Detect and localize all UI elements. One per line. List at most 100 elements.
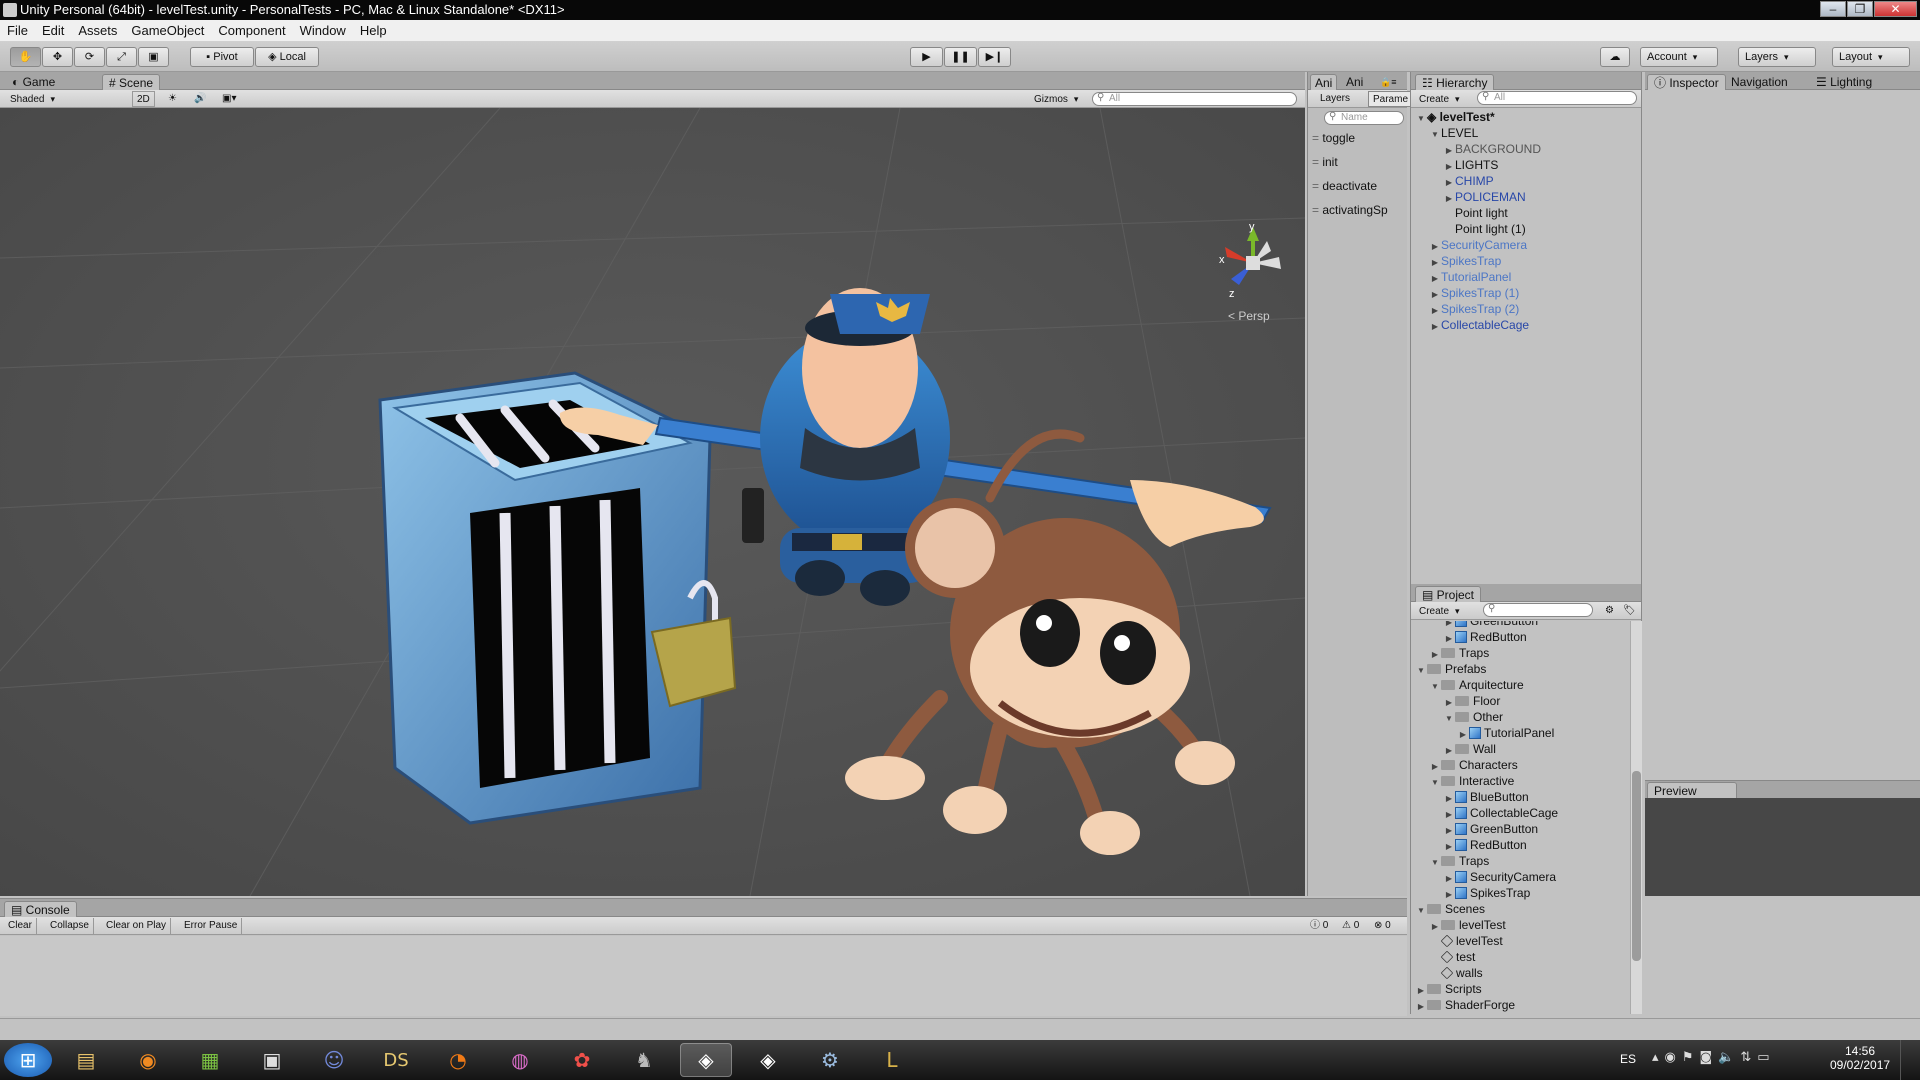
menu-window[interactable]: Window	[293, 20, 353, 42]
hierarchy-item[interactable]: ▶ CHIMP	[1443, 173, 1494, 189]
parameter-row[interactable]: = activatingSp	[1312, 202, 1404, 218]
param-search-input[interactable]: Name	[1324, 111, 1404, 125]
krita-icon[interactable]: ◍	[494, 1043, 546, 1077]
maximize-button[interactable]: ❐	[1847, 1, 1873, 17]
hierarchy-item[interactable]: ▶ SecurityCamera	[1429, 237, 1527, 253]
hierarchy-create-dropdown[interactable]: Create	[1415, 91, 1464, 107]
scene-viewport[interactable]: y x z < Persp	[0, 108, 1305, 896]
scene-search-input[interactable]: All	[1092, 92, 1297, 106]
expand-arrow-icon[interactable]: ▼	[1429, 679, 1441, 695]
photos-icon[interactable]: ✿	[556, 1043, 608, 1077]
preview-tab[interactable]: Preview	[1647, 782, 1737, 798]
project-item[interactable]: ▶ GreenButton	[1443, 821, 1538, 837]
project-search-input[interactable]	[1483, 603, 1593, 617]
project-item[interactable]: test	[1429, 949, 1475, 965]
language-indicator[interactable]: ES	[1620, 1052, 1636, 1066]
lighting-toggle-icon[interactable]: ☀	[164, 91, 181, 107]
minimize-button[interactable]: –	[1820, 1, 1846, 17]
parameter-row[interactable]: = toggle	[1312, 130, 1404, 146]
error-count-toggle[interactable]: ⊗ 0	[1370, 918, 1395, 934]
tab-inspector[interactable]: ⓘ Inspector	[1647, 74, 1726, 90]
project-item[interactable]: ▶ SecurityCamera	[1443, 869, 1556, 885]
project-item[interactable]: ▶ TutorialPanel	[1457, 725, 1554, 741]
project-item[interactable]: ▶ RedButton	[1443, 837, 1527, 853]
step-button[interactable]: ▶❙	[978, 47, 1011, 67]
expand-arrow-icon[interactable]: ▼	[1429, 127, 1441, 143]
parameters-tab[interactable]: Parame	[1368, 91, 1414, 107]
unity-active-icon[interactable]: ◈	[680, 1043, 732, 1077]
close-button[interactable]: ✕	[1874, 1, 1917, 17]
project-item[interactable]: ▶ Characters	[1429, 757, 1518, 773]
hierarchy-item[interactable]: ▶ LIGHTS	[1443, 157, 1498, 173]
hierarchy-item[interactable]: ▼ LEVEL	[1429, 125, 1478, 141]
clock[interactable]: 14:56 09/02/2017	[1830, 1044, 1890, 1072]
expand-arrow-icon[interactable]: ▼	[1443, 711, 1455, 727]
rect-tool-icon[interactable]: ▣	[138, 47, 169, 67]
move-tool-icon[interactable]: ✥	[42, 47, 73, 67]
file-explorer-icon[interactable]: ▤	[60, 1043, 112, 1077]
project-item[interactable]: ▶ CollectableCage	[1443, 805, 1558, 821]
project-item[interactable]: ▼ Traps	[1429, 853, 1489, 869]
ds-app-icon[interactable]: DS	[370, 1043, 422, 1077]
project-item[interactable]: walls	[1429, 965, 1483, 981]
project-item[interactable]: ▶ GreenButton	[1443, 621, 1538, 629]
system-tray-icons[interactable]: ▴◉⚑◙🔈⇅▭	[1652, 1050, 1776, 1065]
hierarchy-item[interactable]: ▶ TutorialPanel	[1429, 269, 1511, 285]
project-item[interactable]: ▶ levelTest	[1429, 917, 1506, 933]
hierarchy-search-input[interactable]: All	[1477, 91, 1637, 105]
effects-dropdown-icon[interactable]: ▣▾	[218, 91, 240, 107]
local-toggle[interactable]: ◈ Local	[255, 47, 319, 67]
rotate-tool-icon[interactable]: ⟳	[74, 47, 105, 67]
tab-game[interactable]: ◐ Game	[6, 74, 61, 90]
clear-button[interactable]: Clear	[4, 918, 37, 934]
hierarchy-item[interactable]: Point light	[1443, 205, 1508, 221]
tab-lighting[interactable]: ☰ Lighting	[1810, 74, 1878, 90]
filter-label-icon[interactable]: 🏷	[1619, 603, 1640, 619]
tab-scene[interactable]: # Scene	[102, 74, 161, 90]
parameter-row[interactable]: = init	[1312, 154, 1404, 170]
project-item[interactable]: ▼ Prefabs	[1415, 661, 1486, 677]
expand-arrow-icon[interactable]: ▼	[1429, 775, 1441, 791]
account-dropdown[interactable]: Account	[1640, 47, 1718, 67]
hierarchy-item[interactable]: ▶ POLICEMAN	[1443, 189, 1526, 205]
project-item[interactable]: ▼ Arquitecture	[1429, 677, 1524, 693]
tab-console[interactable]: ▤ Console	[4, 901, 77, 917]
menu-gameobject[interactable]: GameObject	[124, 20, 211, 42]
layout-dropdown[interactable]: Layout	[1832, 47, 1910, 67]
hierarchy-item[interactable]: ▶ BACKGROUND	[1443, 141, 1541, 157]
project-item[interactable]: ▼ Other	[1443, 709, 1503, 725]
hand-tool-icon[interactable]: ✋	[10, 47, 41, 67]
project-item[interactable]: ▶ ShaderForge	[1415, 997, 1515, 1013]
expand-arrow-icon[interactable]: ▼	[1415, 903, 1427, 919]
show-desktop-button[interactable]	[1900, 1040, 1920, 1080]
spreadsheet-icon[interactable]: ▦	[184, 1043, 236, 1077]
drag-handle-icon[interactable]: =	[1312, 203, 1322, 217]
layers-dropdown[interactable]: Layers	[1738, 47, 1816, 67]
network-icon[interactable]: ▣	[246, 1043, 298, 1077]
tab-hierarchy[interactable]: ☷ Hierarchy	[1415, 74, 1495, 90]
2d-toggle[interactable]: 2D	[132, 91, 155, 107]
collapse-button[interactable]: Collapse	[46, 918, 94, 934]
project-item[interactable]: ▶ Wall	[1443, 741, 1496, 757]
persp-label[interactable]: < Persp	[1228, 309, 1270, 323]
expand-arrow-icon[interactable]: ▶	[1429, 319, 1441, 335]
expand-arrow-icon[interactable]: ▼	[1415, 111, 1427, 127]
hierarchy-item[interactable]: ▶ CollectableCage	[1429, 317, 1529, 333]
audio-toggle-icon[interactable]: 🔊	[190, 91, 210, 107]
info-count-toggle[interactable]: ⓘ 0	[1306, 918, 1332, 934]
blender-icon[interactable]: ◔	[432, 1043, 484, 1077]
layers-tab[interactable]: Layers	[1316, 91, 1354, 107]
expand-arrow-icon[interactable]: ▼	[1415, 663, 1427, 679]
warning-count-toggle[interactable]: ⚠ 0	[1338, 918, 1363, 934]
pivot-toggle[interactable]: ▪ Pivot	[190, 47, 254, 67]
scrollbar-thumb[interactable]	[1632, 771, 1641, 961]
pause-button[interactable]: ❚❚	[944, 47, 977, 67]
parameter-row[interactable]: = deactivate	[1312, 178, 1404, 194]
menu-component[interactable]: Component	[211, 20, 292, 42]
hierarchy-item[interactable]: Point light (1)	[1443, 221, 1526, 237]
shading-dropdown[interactable]: Shaded	[6, 91, 124, 107]
project-item[interactable]: ▶ BlueButton	[1443, 789, 1529, 805]
error-pause-toggle[interactable]: Error Pause	[180, 918, 243, 934]
firefox-icon[interactable]: ◉	[122, 1043, 174, 1077]
cloud-icon[interactable]: ☁	[1600, 47, 1630, 67]
